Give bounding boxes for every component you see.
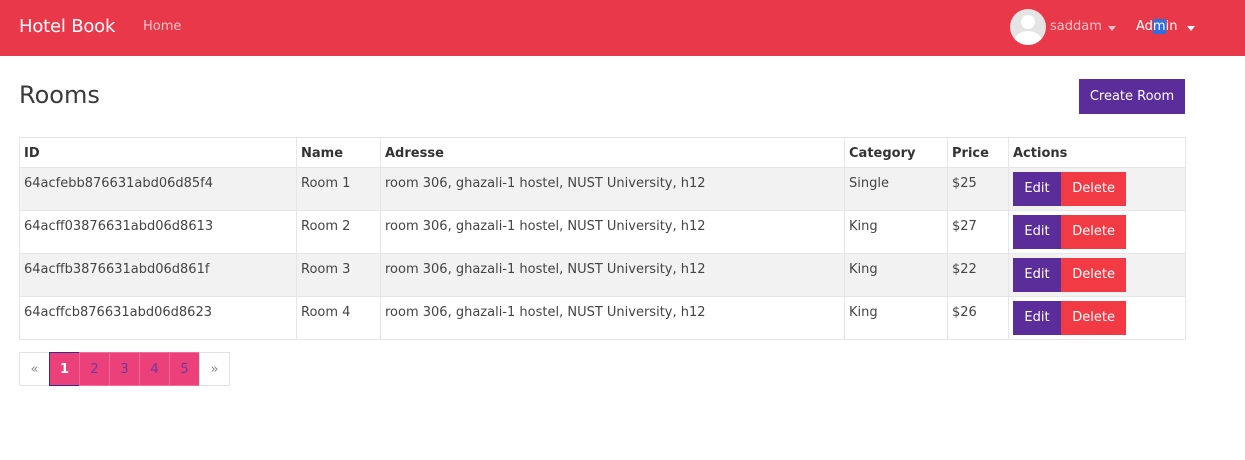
edit-button[interactable]: Edit — [1013, 215, 1061, 249]
cell-category: King — [844, 253, 948, 297]
column-header-name: Name — [296, 137, 381, 168]
admin-menu-toggle[interactable]: Admin — [1136, 19, 1177, 35]
pagination-page-5[interactable]: 5 — [169, 352, 200, 386]
cell-id: 64acff03876631abd06d8613 — [19, 210, 297, 254]
cell-address: room 306, ghazali-1 hostel, NUST Univers… — [380, 296, 845, 340]
admin-label-part: in — [1165, 19, 1178, 34]
chevron-down-icon — [1187, 26, 1195, 31]
cell-address: room 306, ghazali-1 hostel, NUST Univers… — [380, 253, 845, 297]
admin-label-selected: m — [1152, 19, 1166, 34]
table-row: 64acff03876631abd06d8613 Room 2 room 306… — [19, 210, 1186, 254]
cell-actions: Edit Delete — [1008, 253, 1186, 297]
cell-address: room 306, ghazali-1 hostel, NUST Univers… — [380, 167, 845, 211]
delete-button[interactable]: Delete — [1061, 215, 1127, 249]
page-title: Rooms — [19, 81, 100, 109]
delete-button[interactable]: Delete — [1061, 172, 1127, 206]
pagination-prev[interactable]: « — [19, 352, 50, 386]
brand-link[interactable]: Hotel Book — [19, 16, 115, 38]
pagination-next[interactable]: » — [199, 352, 230, 386]
column-header-address: Adresse — [380, 137, 845, 168]
column-header-category: Category — [844, 137, 948, 168]
delete-button[interactable]: Delete — [1061, 258, 1127, 292]
cell-id: 64acffb3876631abd06d861f — [19, 253, 297, 297]
cell-actions: Edit Delete — [1008, 210, 1186, 254]
pagination-page-4[interactable]: 4 — [139, 352, 170, 386]
column-header-actions: Actions — [1008, 137, 1186, 168]
cell-category: King — [844, 210, 948, 254]
rooms-table: ID Name Adresse Category Price Actions 6… — [19, 137, 1186, 340]
admin-label-part: Ad — [1136, 19, 1153, 34]
cell-price: $27 — [947, 210, 1009, 254]
delete-button[interactable]: Delete — [1061, 301, 1127, 335]
column-header-id: ID — [19, 137, 297, 168]
cell-category: King — [844, 296, 948, 340]
pagination-page-1[interactable]: 1 — [49, 352, 80, 386]
create-room-button[interactable]: Create Room — [1079, 79, 1185, 114]
chevron-down-icon — [1108, 26, 1116, 31]
cell-price: $26 — [947, 296, 1009, 340]
table-header-row: ID Name Adresse Category Price Actions — [19, 137, 1186, 168]
nav-home-link[interactable]: Home — [143, 19, 181, 35]
edit-button[interactable]: Edit — [1013, 301, 1061, 335]
cell-address: room 306, ghazali-1 hostel, NUST Univers… — [380, 210, 845, 254]
cell-category: Single — [844, 167, 948, 211]
table-row: 64acffcb876631abd06d8623 Room 4 room 306… — [19, 296, 1186, 340]
pagination-page-3[interactable]: 3 — [109, 352, 140, 386]
cell-actions: Edit Delete — [1008, 296, 1186, 340]
edit-button[interactable]: Edit — [1013, 258, 1061, 292]
top-navbar: Hotel Book Home saddam Admin — [0, 0, 1245, 56]
cell-price: $22 — [947, 253, 1009, 297]
column-header-price: Price — [947, 137, 1009, 168]
cell-name: Room 1 — [296, 167, 381, 211]
pagination: « 1 2 3 4 5 » — [19, 352, 230, 386]
cell-name: Room 2 — [296, 210, 381, 254]
table-row: 64acffb3876631abd06d861f Room 3 room 306… — [19, 253, 1186, 297]
pagination-page-2[interactable]: 2 — [79, 352, 110, 386]
edit-button[interactable]: Edit — [1013, 172, 1061, 206]
table-row: 64acfebb876631abd06d85f4 Room 1 room 306… — [19, 167, 1186, 211]
cell-id: 64acffcb876631abd06d8623 — [19, 296, 297, 340]
cell-actions: Edit Delete — [1008, 167, 1186, 211]
user-menu-toggle[interactable]: saddam — [1050, 19, 1102, 35]
cell-name: Room 3 — [296, 253, 381, 297]
user-avatar-icon[interactable] — [1010, 9, 1046, 45]
cell-price: $25 — [947, 167, 1009, 211]
cell-name: Room 4 — [296, 296, 381, 340]
cell-id: 64acfebb876631abd06d85f4 — [19, 167, 297, 211]
